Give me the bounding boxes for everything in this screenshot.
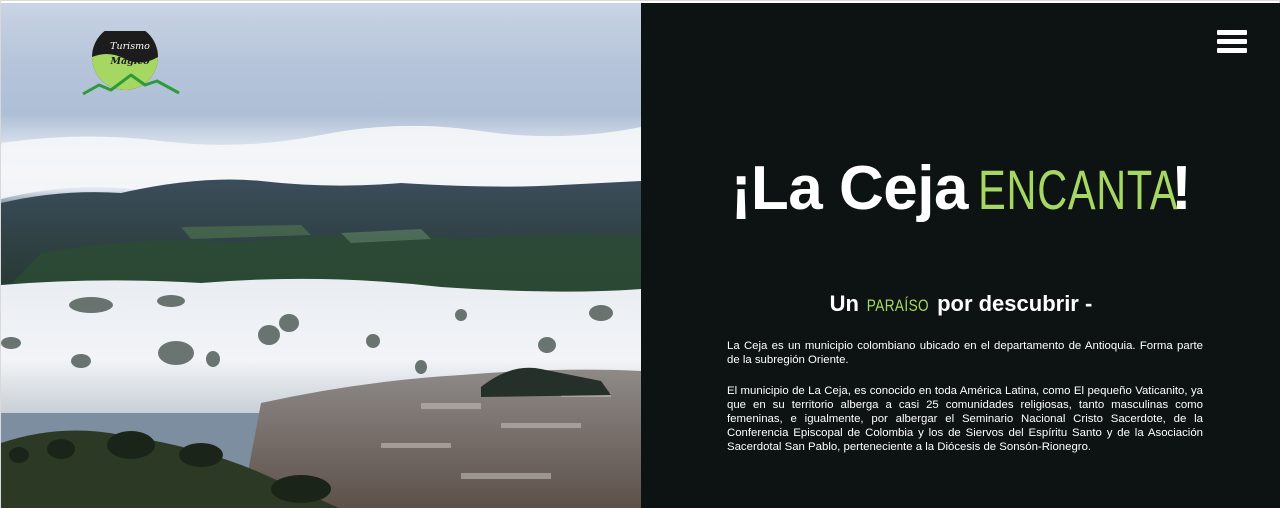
hamburger-menu-icon[interactable] [1215, 27, 1249, 57]
brand-logo[interactable]: Turismo Mágico [81, 31, 181, 103]
hero-title-prefix: ¡La Ceja [730, 154, 985, 223]
landing-page: Turismo Mágico ¡La Ceja ENCANTA! Un PARA… [0, 0, 1280, 508]
logo-text-line1: Turismo [110, 41, 150, 52]
subtitle-suffix: por descubrir - [930, 291, 1093, 316]
menu-bar [1217, 48, 1247, 53]
hero-title: ¡La Ceja ENCANTA! [641, 149, 1280, 230]
subtitle-accent: PARAÍSO [866, 296, 930, 315]
intro-panel: ¡La Ceja ENCANTA! Un PARAÍSO por descubr… [641, 3, 1280, 508]
history-paragraph: El municipio de La Ceja, es conocido en … [727, 385, 1203, 453]
hero-title-accent: ENCANTA [977, 158, 1178, 221]
hero-photo: Turismo Mágico [1, 3, 641, 508]
subtitle-prefix: Un [829, 291, 866, 316]
logo-text-line2: Mágico [110, 56, 150, 67]
menu-bar [1217, 39, 1247, 44]
intro-paragraph: La Ceja es un municipio colombiano ubica… [727, 340, 1203, 366]
hero-subtitle: Un PARAÍSO por descubrir - [641, 290, 1280, 320]
menu-bar [1217, 30, 1247, 35]
